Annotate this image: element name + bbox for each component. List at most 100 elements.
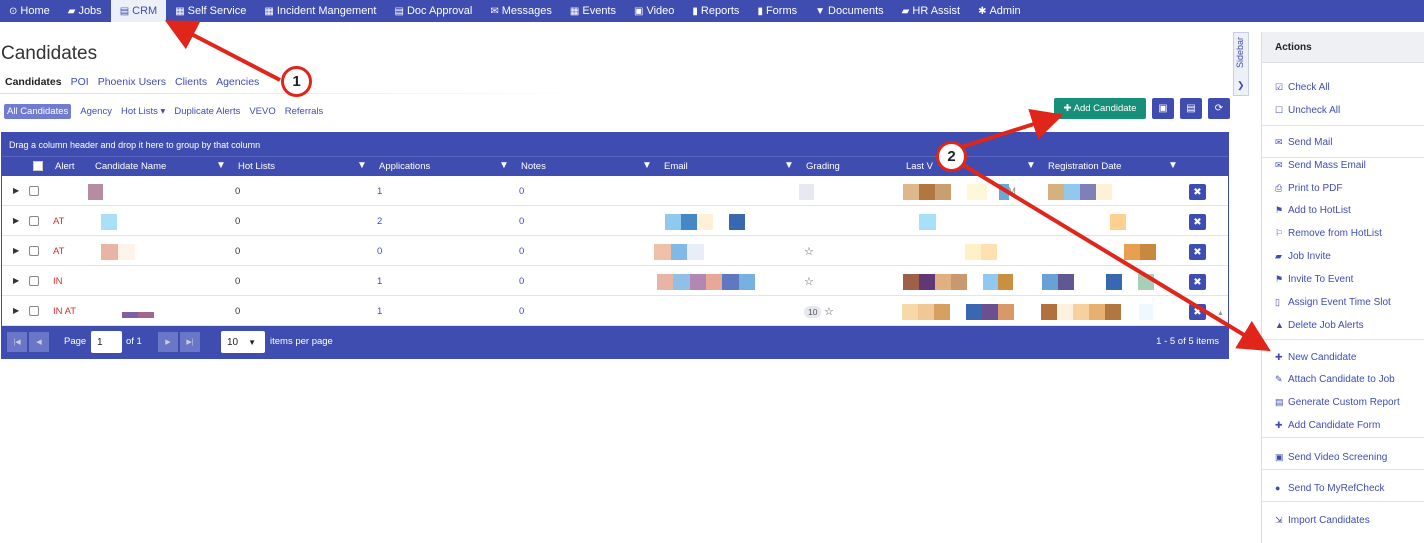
- refresh-icon[interactable]: ⟳: [1208, 98, 1230, 119]
- action-job-invite[interactable]: ▰ Job Invite: [1275, 251, 1331, 262]
- notes-link[interactable]: 0: [519, 276, 524, 287]
- tab-agencies[interactable]: Agencies: [216, 76, 259, 88]
- table-row[interactable]: ▶ IN 0 1 0 ☆ ✖: [2, 266, 1228, 296]
- select-all-checkbox[interactable]: [33, 161, 43, 171]
- action-invite-to-event[interactable]: ⚑ Invite To Event: [1275, 274, 1353, 285]
- next-page-icon[interactable]: ▶: [158, 332, 178, 352]
- column-header-grading[interactable]: Grading: [806, 161, 840, 172]
- first-page-icon[interactable]: |◀: [7, 332, 27, 352]
- nav-video[interactable]: ▣ Video: [625, 0, 683, 22]
- notes-link[interactable]: 0: [519, 306, 524, 317]
- delete-row-button[interactable]: ✖: [1189, 214, 1206, 230]
- column-header-last-v[interactable]: Last V: [906, 161, 933, 172]
- row-checkbox[interactable]: [29, 276, 39, 286]
- group-by-bar[interactable]: Drag a column header and drop it here to…: [2, 133, 1228, 156]
- delete-row-button[interactable]: ✖: [1189, 304, 1206, 320]
- applications-link[interactable]: 1: [377, 186, 382, 197]
- table-row[interactable]: ▶ AT 0 0 0 ☆ ✖: [2, 236, 1228, 266]
- subtab-agency[interactable]: Agency: [80, 106, 112, 117]
- action-check-all[interactable]: ☑ Check All: [1275, 82, 1330, 93]
- nav-reports[interactable]: ▮ Reports: [683, 0, 748, 22]
- scroll-up-icon[interactable]: ▲: [1217, 310, 1224, 317]
- nav-hr-assist[interactable]: ▰ HR Assist: [893, 0, 969, 22]
- nav-admin[interactable]: ✱ Admin: [969, 0, 1030, 22]
- subtab-vevo[interactable]: VEVO: [249, 106, 275, 117]
- action-send-mail[interactable]: ✉ Send Mail: [1275, 137, 1332, 148]
- filter-icon[interactable]: ▼: [642, 160, 652, 171]
- action-send-mass-email[interactable]: ✉ Send Mass Email: [1275, 160, 1366, 171]
- filter-icon[interactable]: ▼: [216, 160, 226, 171]
- row-checkbox[interactable]: [29, 216, 39, 226]
- nav-forms[interactable]: ▮ Forms: [748, 0, 806, 22]
- column-header-alert[interactable]: Alert: [55, 161, 75, 172]
- column-header-registration-date[interactable]: Registration Date: [1048, 161, 1121, 172]
- nav-documents[interactable]: ▼ Documents: [806, 0, 893, 22]
- expand-row-icon[interactable]: ▶: [13, 186, 19, 195]
- expand-row-icon[interactable]: ▶: [13, 276, 19, 285]
- column-header-candidate-name[interactable]: Candidate Name: [95, 161, 166, 172]
- delete-row-button[interactable]: ✖: [1189, 184, 1206, 200]
- column-header-applications[interactable]: Applications: [379, 161, 430, 172]
- delete-row-button[interactable]: ✖: [1189, 274, 1206, 290]
- filter-icon[interactable]: ▼: [1026, 160, 1036, 171]
- subtab-hot-lists[interactable]: Hot Lists ▾: [121, 106, 165, 117]
- star-icon[interactable]: ☆: [804, 275, 814, 288]
- expand-row-icon[interactable]: ▶: [13, 306, 19, 315]
- expand-row-icon[interactable]: ▶: [13, 246, 19, 255]
- nav-self-service[interactable]: ▦ Self Service: [166, 0, 255, 22]
- action-assign-event-time-slot[interactable]: ▯ Assign Event Time Slot: [1275, 297, 1391, 308]
- star-icon[interactable]: ☆: [804, 245, 814, 258]
- tab-phoenix-users[interactable]: Phoenix Users: [98, 76, 166, 88]
- prev-page-icon[interactable]: ◀: [29, 332, 49, 352]
- nav-incident-mangement[interactable]: ▦ Incident Mangement: [255, 0, 385, 22]
- action-attach-candidate-to-job[interactable]: ✎ Attach Candidate to Job: [1275, 374, 1395, 385]
- subtab-referrals[interactable]: Referrals: [285, 106, 324, 117]
- add-candidate-button[interactable]: ✚ Add Candidate: [1054, 98, 1146, 119]
- row-checkbox[interactable]: [29, 306, 39, 316]
- nav-jobs[interactable]: ▰ Jobs: [59, 0, 111, 22]
- pdf-icon[interactable]: ▤: [1180, 98, 1202, 119]
- action-print-to-pdf[interactable]: ⎙ Print to PDF: [1275, 183, 1342, 194]
- sidebar-toggle[interactable]: Sidebar ❯: [1233, 32, 1249, 96]
- page-number-input[interactable]: 1: [91, 331, 122, 353]
- pdf-export-icon[interactable]: ▣: [1152, 98, 1174, 119]
- action-import-candidates[interactable]: ⇲ Import Candidates: [1275, 515, 1370, 526]
- filter-icon[interactable]: ▼: [784, 160, 794, 171]
- action-send-to-myrefcheck[interactable]: ● Send To MyRefCheck: [1275, 483, 1385, 494]
- delete-row-button[interactable]: ✖: [1189, 244, 1206, 260]
- notes-link[interactable]: 0: [519, 246, 524, 257]
- column-header-hot-lists[interactable]: Hot Lists: [238, 161, 275, 172]
- filter-icon[interactable]: ▼: [499, 160, 509, 171]
- filter-icon[interactable]: ▼: [1168, 160, 1178, 171]
- tab-poi[interactable]: POI: [71, 76, 89, 88]
- table-row[interactable]: ▶ AT 0 2 0 ✖: [2, 206, 1228, 236]
- applications-link[interactable]: 1: [377, 276, 382, 287]
- nav-messages[interactable]: ✉ Messages: [481, 0, 561, 22]
- action-generate-custom-report[interactable]: ▤ Generate Custom Report: [1275, 397, 1400, 408]
- column-header-notes[interactable]: Notes: [521, 161, 546, 172]
- tab-clients[interactable]: Clients: [175, 76, 207, 88]
- filter-icon[interactable]: ▼: [357, 160, 367, 171]
- notes-link[interactable]: 0: [519, 186, 524, 197]
- nav-home[interactable]: ⊙ Home: [0, 0, 59, 22]
- nav-events[interactable]: ▦ Events: [561, 0, 625, 22]
- action-new-candidate[interactable]: ✚ New Candidate: [1275, 352, 1356, 363]
- applications-link[interactable]: 2: [377, 216, 382, 227]
- applications-link[interactable]: 1: [377, 306, 382, 317]
- star-icon[interactable]: ☆: [824, 305, 834, 318]
- row-checkbox[interactable]: [29, 246, 39, 256]
- last-page-icon[interactable]: ▶|: [180, 332, 200, 352]
- action-delete-job-alerts[interactable]: ▲ Delete Job Alerts: [1275, 320, 1364, 331]
- nav-crm[interactable]: ▤ CRM: [110, 0, 167, 22]
- action-remove-from-hotlist[interactable]: ⚐ Remove from HotList: [1275, 228, 1382, 239]
- action-add-candidate-form[interactable]: ✚ Add Candidate Form: [1275, 420, 1380, 431]
- row-checkbox[interactable]: [29, 186, 39, 196]
- nav-doc-approval[interactable]: ▤ Doc Approval: [385, 0, 481, 22]
- page-size-select[interactable]: 10 ▼: [221, 331, 265, 353]
- expand-row-icon[interactable]: ▶: [13, 216, 19, 225]
- tab-candidates[interactable]: Candidates: [5, 76, 62, 88]
- table-row[interactable]: ▶ IN AT 0 1 0 10 ☆ ✖: [2, 296, 1228, 326]
- subtab-all-candidates[interactable]: All Candidates: [4, 104, 72, 119]
- action-uncheck-all[interactable]: ☐ Uncheck All: [1275, 105, 1340, 116]
- column-header-email[interactable]: Email: [664, 161, 688, 172]
